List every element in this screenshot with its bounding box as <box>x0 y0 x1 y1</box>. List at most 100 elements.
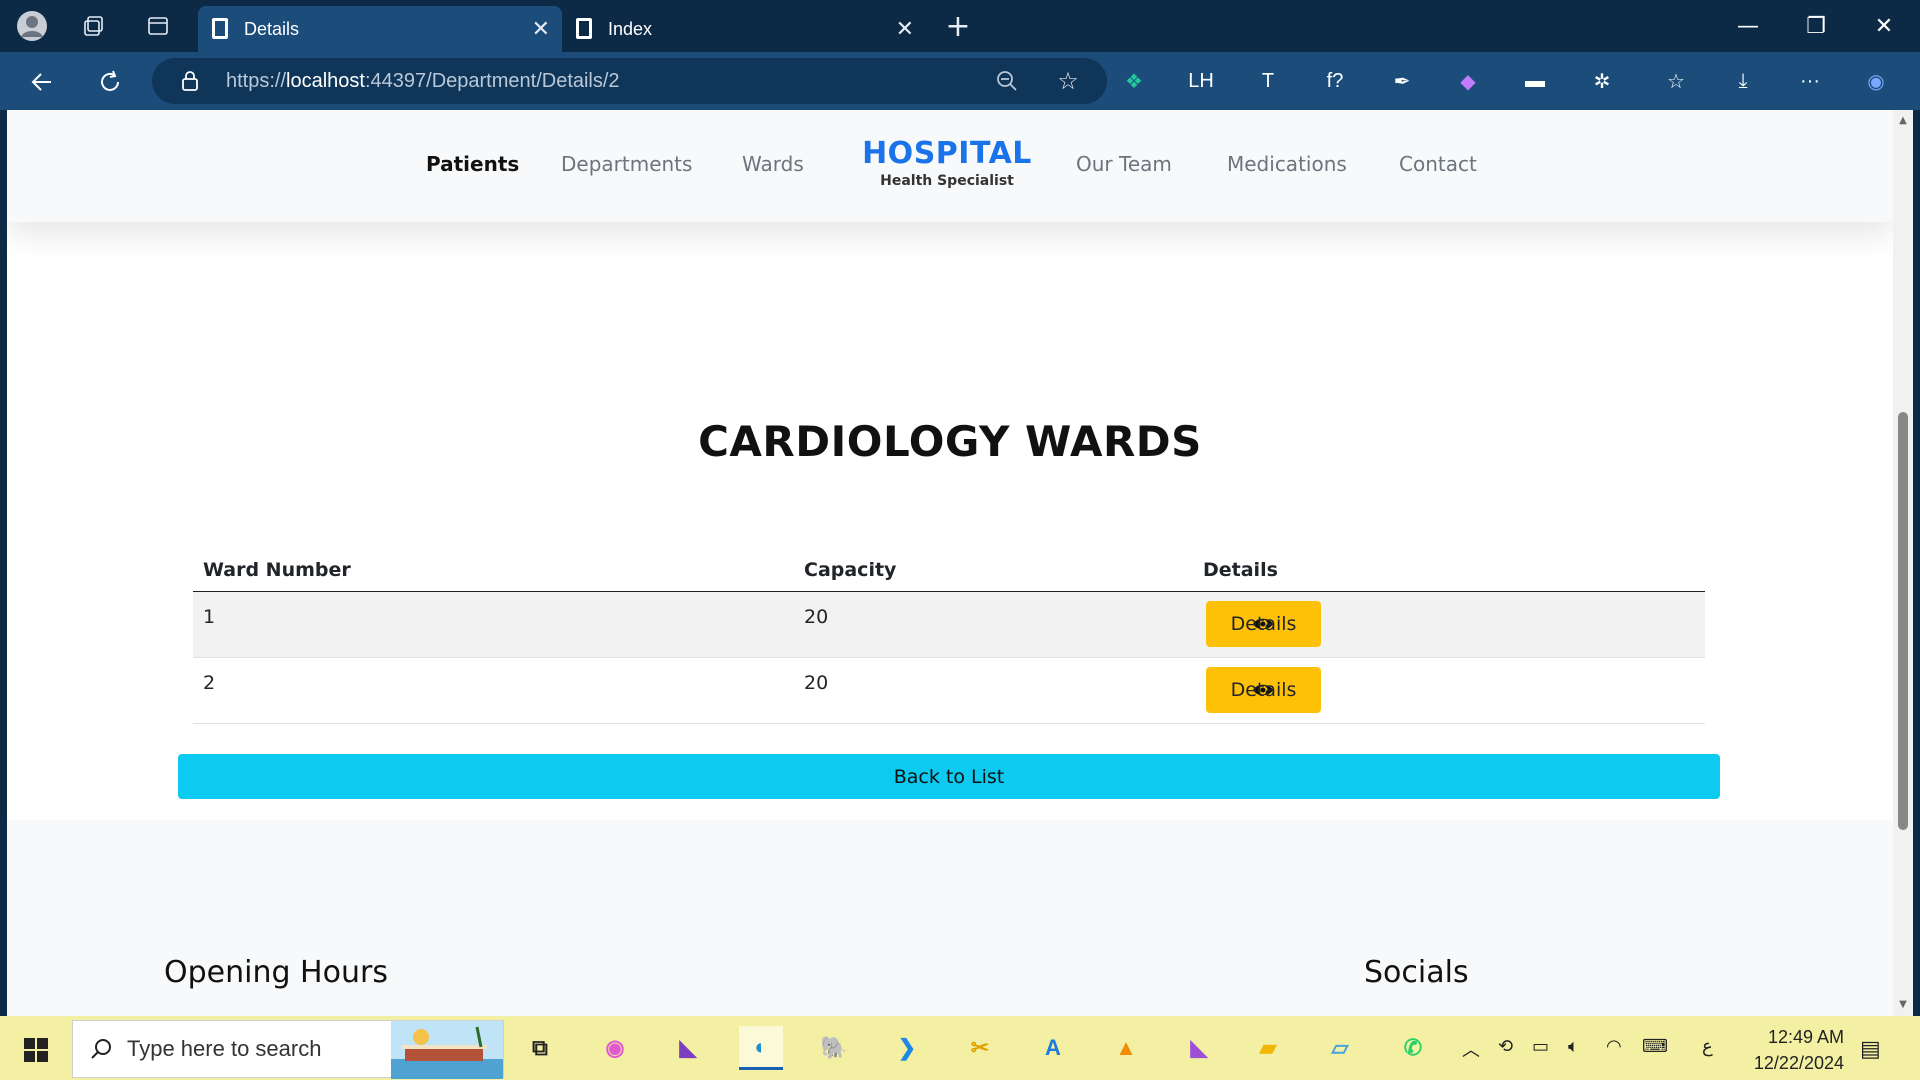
edge-icon[interactable]: ◐ <box>739 1026 783 1070</box>
scroll-up-icon[interactable]: ▲ <box>1897 116 1909 126</box>
cast-icon[interactable]: ▬ <box>1520 66 1550 96</box>
nav-departments[interactable]: Departments <box>561 152 692 176</box>
tab-index[interactable]: Index ✕ <box>562 6 926 52</box>
nav-wards[interactable]: Wards <box>742 152 804 176</box>
visual-studio-icon[interactable]: ◣ <box>666 1026 710 1070</box>
perplexity-icon[interactable]: ❖ <box>1119 66 1149 96</box>
search-highlight-image <box>391 1021 503 1079</box>
tab-details[interactable]: Details ✕ <box>198 6 562 52</box>
wards-table: Ward Number Capacity Details 1 20 Detail… <box>193 547 1705 724</box>
table-header: Ward Number Capacity Details <box>193 547 1705 592</box>
workspaces-icon[interactable] <box>78 10 110 42</box>
back-to-list-button[interactable]: Back to List <box>178 754 1720 799</box>
windows-taskbar: Type here to search ⧉ ◉ ◣ ◐ 🐘 ❯ ✂ A ▲ ◣ ▰ ▱ ✆ ︿ ⟲ ▭ … <box>0 1016 1920 1080</box>
restore-button[interactable]: ❐ <box>1782 0 1850 52</box>
details-label: Details <box>1230 613 1297 635</box>
lighthouse-icon[interactable]: LH <box>1186 66 1216 96</box>
lock-icon[interactable] <box>178 69 202 93</box>
ward-number-cell: 2 <box>203 672 216 694</box>
favorite-star-icon[interactable]: ☆ <box>1056 67 1080 95</box>
font-finder-icon[interactable]: f? <box>1320 66 1350 96</box>
favorites-icon[interactable]: ☆ <box>1661 66 1691 96</box>
language-indicator[interactable]: ع <box>1702 1036 1713 1057</box>
copilot-app-icon[interactable]: ◉ <box>593 1026 637 1070</box>
opening-hours-heading: Opening Hours <box>164 955 388 990</box>
more-icon[interactable]: ··· <box>1795 66 1825 96</box>
eyedropper-icon[interactable]: ✒ <box>1387 66 1417 96</box>
page-viewport: Patients Departments Wards HOSPITAL Heal… <box>7 110 1893 1016</box>
profile-avatar-icon[interactable] <box>14 8 50 44</box>
notepad-icon[interactable]: ▱ <box>1318 1026 1362 1070</box>
wifi-icon[interactable]: ◠ <box>1606 1036 1622 1057</box>
site-navbar: Patients Departments Wards HOSPITAL Heal… <box>7 110 1893 222</box>
windows-start-icon[interactable] <box>14 1030 58 1070</box>
close-window-button[interactable]: ✕ <box>1850 0 1918 52</box>
page-icon <box>212 18 228 39</box>
search-icon <box>91 1039 111 1059</box>
taskbar-clock[interactable]: 12:49 AM 12/22/2024 <box>1734 1024 1844 1076</box>
meet-now-icon[interactable]: ⟲ <box>1498 1036 1513 1057</box>
scrollbar-thumb[interactable] <box>1898 412 1908 830</box>
minimize-button[interactable]: — <box>1714 0 1782 52</box>
extensions-icon[interactable]: ✲ <box>1587 66 1617 96</box>
refresh-icon[interactable] <box>92 64 128 100</box>
capacity-cell: 20 <box>804 672 829 694</box>
volume-icon[interactable]: 🔈︎ <box>1568 1036 1579 1057</box>
socials-heading: Socials <box>1364 955 1469 990</box>
visual-studio-preview-icon[interactable]: ◣ <box>1177 1026 1221 1070</box>
url-host: localhost <box>286 69 365 92</box>
show-hidden-icons[interactable]: ︿ <box>1462 1036 1480 1062</box>
page-scrollbar[interactable]: ▲ ▼ <box>1893 110 1913 1016</box>
brand-subtitle: Health Specialist <box>880 173 1014 189</box>
azure-data-studio-icon[interactable]: A <box>1031 1026 1075 1070</box>
tab-actions-icon[interactable] <box>142 10 174 42</box>
table-row: 2 20 Details <box>193 658 1705 724</box>
scroll-down-icon[interactable]: ▼ <box>1897 1000 1909 1010</box>
column-header-details: Details <box>1203 559 1278 581</box>
column-header-ward-number: Ward Number <box>203 559 351 581</box>
new-tab-button[interactable]: + <box>938 6 978 46</box>
zoom-out-icon[interactable] <box>995 69 1019 93</box>
ward-details-button[interactable]: Details <box>1206 601 1321 647</box>
close-tab-icon[interactable]: ✕ <box>532 16 550 42</box>
taskbar-search-box[interactable]: Type here to search <box>72 1020 504 1079</box>
brand-logo[interactable]: HOSPITAL Health Specialist <box>857 136 1037 189</box>
downloads-icon[interactable]: ⤓ <box>1728 66 1758 96</box>
text-tool-icon[interactable]: T <box>1253 66 1283 96</box>
column-header-capacity: Capacity <box>804 559 897 581</box>
brand-name: HOSPITAL <box>862 136 1032 171</box>
url-path: :44397/Department/Details/2 <box>364 69 620 92</box>
notifications-icon[interactable]: ▤ <box>1860 1036 1881 1062</box>
copilot-icon[interactable]: ◉ <box>1861 66 1891 96</box>
capacity-cell: 20 <box>804 606 829 628</box>
vlc-icon[interactable]: ▲ <box>1104 1026 1148 1070</box>
page-title: CARDIOLOGY WARDS <box>698 417 1202 466</box>
page-icon <box>576 18 592 39</box>
browser-toolbar: https://localhost:44397/Department/Detai… <box>0 52 1920 110</box>
nav-patients[interactable]: Patients <box>426 152 519 176</box>
whatsapp-icon[interactable]: ✆ <box>1391 1026 1435 1070</box>
battery-icon[interactable]: ▭ <box>1532 1036 1549 1057</box>
nav-medications[interactable]: Medications <box>1227 152 1347 176</box>
address-bar[interactable]: https://localhost:44397/Department/Detai… <box>152 58 1107 104</box>
tab-title: Index <box>608 18 653 39</box>
nav-our-team[interactable]: Our Team <box>1076 152 1172 176</box>
ward-number-cell: 1 <box>203 606 216 628</box>
gradient-icon[interactable]: ◆ <box>1453 66 1483 96</box>
search-placeholder: Type here to search <box>127 1036 322 1061</box>
nav-contact[interactable]: Contact <box>1399 152 1477 176</box>
window-border <box>1913 110 1920 1016</box>
keyboard-icon[interactable]: ⌨ <box>1642 1036 1668 1057</box>
postgres-icon[interactable]: 🐘 <box>812 1026 856 1070</box>
snipping-tool-icon[interactable]: ✂ <box>958 1026 1002 1070</box>
back-icon[interactable] <box>24 64 60 100</box>
close-tab-icon[interactable]: ✕ <box>896 16 914 42</box>
clock-date: 12/22/2024 <box>1753 1053 1844 1073</box>
file-explorer-icon[interactable]: ▰ <box>1246 1026 1290 1070</box>
ward-details-button[interactable]: Details <box>1206 667 1321 713</box>
details-label: Details <box>1230 679 1297 701</box>
vscode-icon[interactable]: ❯ <box>885 1026 929 1070</box>
task-view-icon[interactable]: ⧉ <box>518 1026 562 1070</box>
main-content: CARDIOLOGY WARDS Ward Number Capacity De… <box>7 222 1893 820</box>
url-text[interactable]: https://localhost:44397/Department/Detai… <box>226 70 620 93</box>
